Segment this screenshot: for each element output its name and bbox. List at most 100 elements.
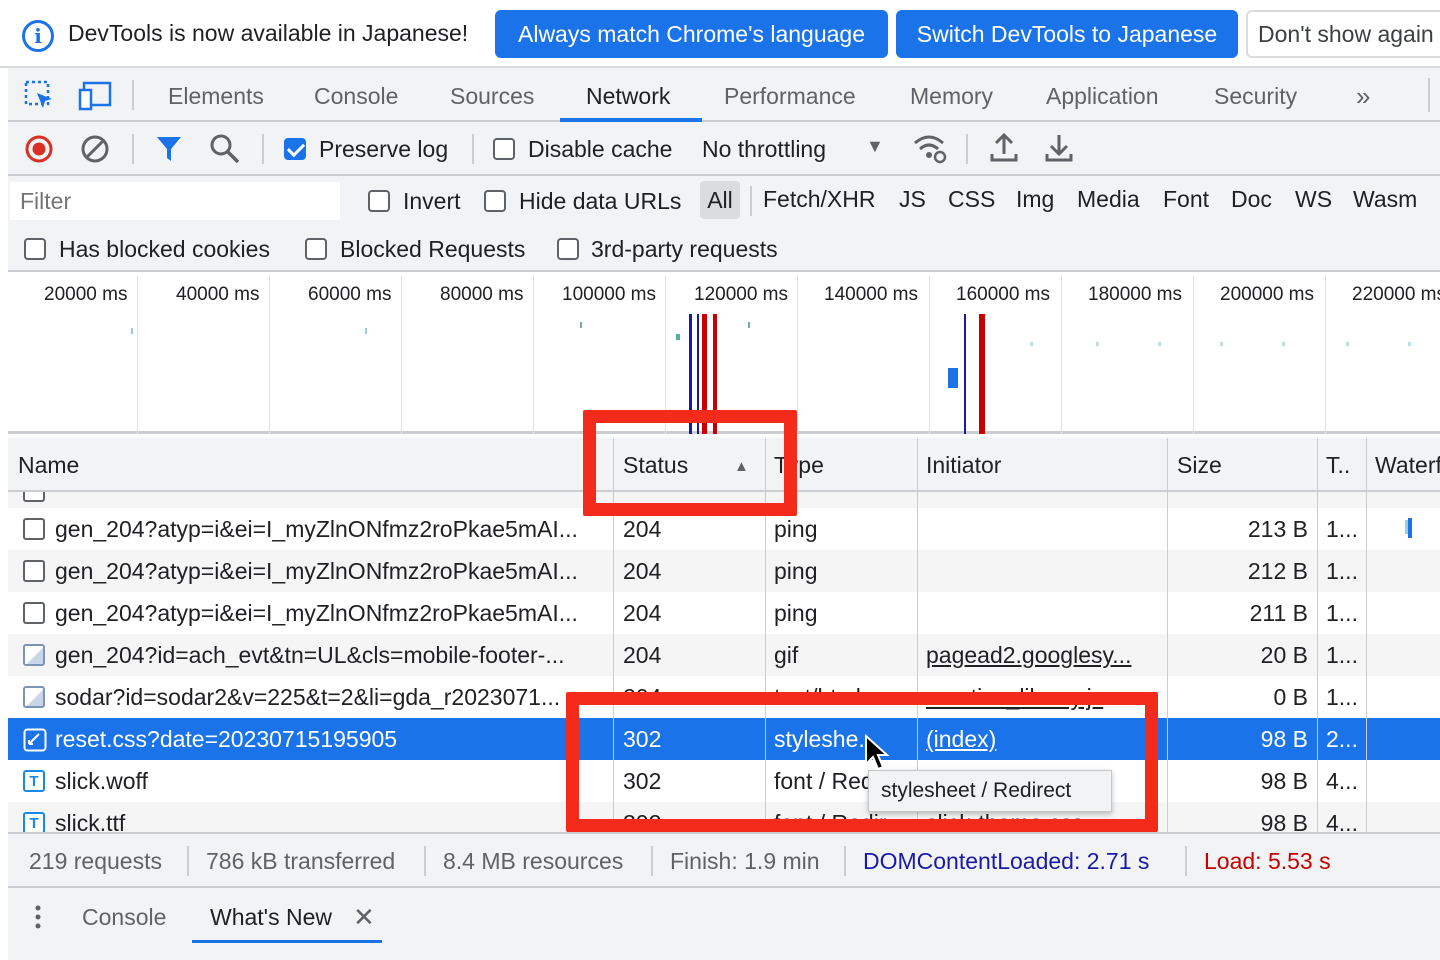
hide-data-urls-checkbox[interactable] — [484, 190, 506, 212]
switch-to-japanese-button[interactable]: Switch DevTools to Japanese — [896, 10, 1238, 58]
overview-tick-label: 120000 ms — [694, 284, 789, 305]
tab-security[interactable]: Security — [1214, 70, 1297, 122]
third-party-requests-checkbox[interactable] — [557, 238, 579, 260]
overview-request-bar — [1408, 342, 1411, 346]
request-time: 1... — [1326, 642, 1358, 668]
request-type: ping — [774, 600, 818, 626]
tab-sources[interactable]: Sources — [450, 70, 534, 122]
invert-checkbox[interactable] — [368, 190, 390, 212]
overview-gridline — [1193, 276, 1194, 434]
filter-funnel-icon[interactable] — [156, 135, 182, 163]
throttling-dropdown-icon[interactable]: ▼ — [866, 136, 884, 157]
dont-show-again-button[interactable]: Don't show again — [1246, 10, 1440, 58]
tab-performance[interactable]: Performance — [724, 70, 856, 122]
column-header-time[interactable]: T.. — [1326, 452, 1350, 479]
overview-request-bar — [1158, 342, 1161, 346]
drawer-tab-whats-new[interactable]: What's New — [210, 904, 332, 931]
info-icon: i — [22, 20, 54, 52]
clear-icon[interactable] — [80, 134, 110, 164]
table-row[interactable]: gen_204?atyp=i&ei=I_myZlnONfmz2roPkae5mA… — [8, 592, 1440, 634]
filter-type-font[interactable]: Font — [1163, 186, 1209, 213]
search-icon[interactable] — [208, 132, 242, 166]
overview-tick-label: 160000 ms — [956, 284, 1051, 305]
device-toolbar-icon[interactable] — [78, 80, 114, 112]
filter-type-img[interactable]: Img — [1016, 186, 1054, 213]
filter-type-fetch-xhr[interactable]: Fetch/XHR — [763, 186, 875, 213]
column-header-waterfall[interactable]: Waterfall — [1375, 452, 1440, 479]
column-divider[interactable] — [1167, 438, 1168, 832]
request-size: 20 B — [1260, 642, 1308, 668]
overview-tick-label: 200000 ms — [1220, 284, 1315, 305]
filter-type-doc[interactable]: Doc — [1231, 186, 1272, 213]
filter-type-js[interactable]: JS — [899, 186, 926, 213]
overview-gridline — [401, 276, 402, 434]
blocked-requests-checkbox[interactable] — [305, 238, 327, 260]
import-har-icon[interactable] — [990, 132, 1018, 164]
overview-request-bar — [676, 334, 680, 340]
document-icon — [23, 560, 45, 582]
load-time: Load: 5.53 s — [1204, 848, 1331, 874]
tab-console[interactable]: Console — [314, 70, 398, 122]
filter-type-all[interactable]: All — [700, 181, 740, 219]
request-name: slick.ttf — [55, 810, 126, 832]
overview-request-bar — [1282, 342, 1285, 346]
overview-gridline — [1325, 276, 1326, 434]
preserve-log-checkbox[interactable] — [284, 138, 306, 160]
request-status: 204 — [623, 642, 662, 668]
more-tabs-chevron-icon[interactable]: » — [1356, 70, 1370, 122]
always-match-language-button[interactable]: Always match Chrome's language — [495, 10, 888, 58]
request-time: 2... — [1326, 726, 1358, 752]
overview-load-line — [979, 314, 985, 434]
image-file-icon — [23, 686, 45, 708]
column-header-size[interactable]: Size — [1177, 452, 1222, 479]
request-name: gen_204?atyp=i&ei=I_myZlnONfmz2roPkae5mA… — [55, 600, 578, 626]
toolbar-separator — [966, 134, 968, 164]
invert-label: Invert — [403, 188, 461, 214]
filter-type-css[interactable]: CSS — [948, 186, 995, 213]
statusbar-separator — [651, 846, 653, 876]
overview-request-bar — [748, 322, 750, 328]
column-divider[interactable] — [1317, 438, 1318, 832]
tab-application[interactable]: Application — [1046, 70, 1159, 122]
request-type: ping — [774, 558, 818, 584]
filter-type-ws[interactable]: WS — [1295, 186, 1332, 213]
overview-request-bar — [131, 328, 133, 334]
tab-network[interactable]: Network — [586, 70, 670, 122]
overview-tick-label: 20000 ms — [44, 284, 128, 305]
request-name: sodar?id=sodar2&v=225&t=2&li=gda_r202307… — [55, 684, 561, 710]
overview-tick-label: 40000 ms — [176, 284, 260, 305]
column-divider[interactable] — [1366, 438, 1367, 832]
overview-gridline — [929, 276, 930, 434]
tab-elements[interactable]: Elements — [168, 70, 264, 122]
statusbar-separator — [187, 846, 189, 876]
network-conditions-icon[interactable] — [912, 132, 948, 164]
request-name: gen_204?atyp=i&ei=I_myZlnONfmz2roPkae5mA… — [55, 558, 578, 584]
table-row[interactable]: gen_204?atyp=i&ei=I_myZlnONfmz2roPkae5mA… — [8, 550, 1440, 592]
filter-type-wasm[interactable]: Wasm — [1353, 186, 1417, 213]
export-har-icon[interactable] — [1045, 132, 1073, 164]
throttling-select[interactable]: No throttling — [702, 136, 826, 163]
overview-request-bar — [948, 368, 958, 388]
statusbar-separator — [844, 846, 846, 876]
filter-input[interactable] — [10, 182, 340, 220]
tab-memory[interactable]: Memory — [910, 70, 993, 122]
overview-gridline — [269, 276, 270, 434]
close-whats-new-icon[interactable]: ✕ — [353, 902, 375, 933]
hide-data-urls-label: Hide data URLs — [519, 188, 682, 214]
column-header-name[interactable]: Name — [18, 452, 79, 479]
drawer-tab-console[interactable]: Console — [82, 904, 166, 931]
request-initiator-link[interactable]: pagead2.googlesy... — [926, 642, 1156, 669]
drawer-menu-icon[interactable] — [34, 904, 42, 930]
inspect-element-icon[interactable] — [24, 80, 56, 112]
column-header-initiator[interactable]: Initiator — [926, 452, 1001, 479]
disable-cache-checkbox[interactable] — [493, 138, 515, 160]
blocked-requests-label: Blocked Requests — [340, 236, 526, 262]
record-stop-icon[interactable] — [24, 134, 54, 164]
request-time: 1... — [1326, 516, 1358, 542]
overview-gridline — [137, 276, 138, 434]
has-blocked-cookies-checkbox[interactable] — [24, 238, 46, 260]
overview-gridline — [1061, 276, 1062, 434]
table-row[interactable]: gen_204?id=ach_evt&tn=UL&cls=mobile-foot… — [8, 634, 1440, 676]
overview-request-bar — [1030, 342, 1033, 346]
filter-type-media[interactable]: Media — [1077, 186, 1140, 213]
